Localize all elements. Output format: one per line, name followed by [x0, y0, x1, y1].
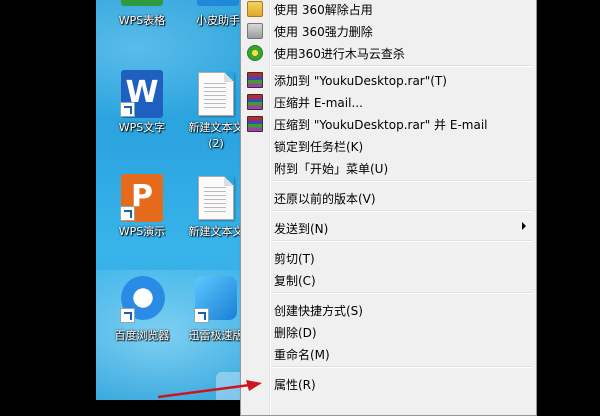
xiaopi-app-icon — [197, 0, 239, 6]
menu-item-compress-email[interactable]: 压缩并 E-mail... — [241, 90, 536, 112]
annotation-arrow-icon — [158, 380, 262, 399]
desktop-icon-wps-spreadsheet[interactable]: WPS表格 — [102, 0, 172, 30]
menu-item-copy[interactable]: 复制(C) — [241, 268, 536, 290]
menu-item-label: 使用 360强力删除 — [274, 25, 373, 39]
menu-item-delete[interactable]: 删除(D) — [241, 320, 536, 342]
menu-item-pin-taskbar[interactable]: 锁定到任务栏(K) — [241, 134, 536, 156]
screen-frame: WPS表格 小皮助手 W WPS文字 新建文本文 (2) P WPS演示 新建文… — [0, 0, 600, 416]
menu-item-label: 添加到 "YoukuDesktop.rar"(T) — [274, 74, 447, 88]
menu-item-pin-start[interactable]: 附到「开始」菜单(U) — [241, 156, 536, 178]
shortcut-arrow-icon — [120, 102, 135, 117]
desktop-icon-label: WPS演示 — [118, 225, 166, 238]
menu-separator — [271, 210, 533, 212]
wps-spreadsheet-icon — [121, 0, 163, 6]
desktop-icon-text-doc-2[interactable]: 新建文本文 (2) — [176, 70, 246, 160]
menu-item-label: 发送到(N) — [274, 222, 329, 236]
menu-item-360-trojan-scan[interactable]: 使用360进行木马云查杀 — [241, 41, 536, 63]
menu-item-send-to[interactable]: 发送到(N) — [241, 216, 536, 238]
text-document-icon — [198, 176, 234, 220]
desktop-icon-wps-writer[interactable]: W WPS文字 — [102, 70, 172, 140]
menu-item-rename[interactable]: 重命名(M) — [241, 342, 536, 364]
360-unlock-icon — [247, 1, 263, 17]
360-scan-icon — [247, 45, 263, 61]
menu-separator — [271, 240, 533, 242]
desktop-icon-label: 百度浏览器 — [114, 329, 170, 342]
shortcut-arrow-icon — [194, 308, 209, 323]
text-document-icon — [198, 72, 234, 116]
menu-item-add-to-rar[interactable]: 添加到 "YoukuDesktop.rar"(T) — [241, 68, 536, 90]
desktop-icon-baidu-browser[interactable]: 百度浏览器 — [102, 276, 172, 346]
menu-item-label: 压缩并 E-mail... — [274, 96, 363, 110]
shortcut-arrow-icon — [120, 206, 135, 221]
menu-separator — [271, 366, 533, 368]
menu-item-label: 创建快捷方式(S) — [274, 304, 363, 318]
shortcut-arrow-icon — [120, 308, 135, 323]
winrar-icon — [247, 116, 263, 132]
menu-item-360-force-delete[interactable]: 使用 360强力删除 — [241, 19, 536, 41]
context-menu: 使用 360解除占用 使用 360强力删除 使用360进行木马云查杀 添加到 "… — [240, 0, 537, 416]
menu-separator — [271, 65, 533, 67]
winrar-icon — [247, 72, 263, 88]
menu-item-restore-previous[interactable]: 还原以前的版本(V) — [241, 186, 536, 208]
menu-item-label: 重命名(M) — [274, 348, 330, 362]
desktop-icon-text-doc[interactable]: 新建文本文 — [176, 174, 246, 244]
menu-separator — [271, 180, 533, 182]
desktop-icon-wps-presentation[interactable]: P WPS演示 — [102, 174, 172, 244]
menu-separator — [271, 292, 533, 294]
desktop-icon-label: WPS文字 — [118, 121, 166, 134]
menu-item-label: 属性(R) — [274, 378, 316, 392]
menu-item-label: 压缩到 "YoukuDesktop.rar" 并 E-mail — [274, 118, 488, 132]
desktop-icon-xunlei[interactable]: 迅雷极速版 — [176, 276, 246, 346]
menu-item-label: 复制(C) — [274, 274, 316, 288]
menu-item-label: 还原以前的版本(V) — [274, 192, 376, 206]
menu-item-label: 使用 360解除占用 — [274, 3, 373, 17]
menu-item-create-shortcut[interactable]: 创建快捷方式(S) — [241, 298, 536, 320]
desktop-icon-label: WPS表格 — [118, 14, 166, 27]
menu-item-360-unlock[interactable]: 使用 360解除占用 — [241, 0, 536, 19]
submenu-arrow-icon — [522, 222, 526, 230]
menu-item-label: 使用360进行木马云查杀 — [274, 47, 405, 61]
menu-item-label: 删除(D) — [274, 326, 317, 340]
360-shred-icon — [247, 23, 263, 39]
menu-item-cut[interactable]: 剪切(T) — [241, 246, 536, 268]
menu-item-label: 锁定到任务栏(K) — [274, 140, 364, 154]
menu-item-label: 剪切(T) — [274, 252, 315, 266]
winrar-icon — [247, 94, 263, 110]
menu-item-properties[interactable]: 属性(R) — [241, 372, 536, 394]
menu-item-label: 附到「开始」菜单(U) — [274, 162, 389, 176]
menu-item-compress-to-rar-email[interactable]: 压缩到 "YoukuDesktop.rar" 并 E-mail — [241, 112, 536, 134]
desktop-icon-xiaopi[interactable]: 小皮助手 — [178, 0, 248, 30]
